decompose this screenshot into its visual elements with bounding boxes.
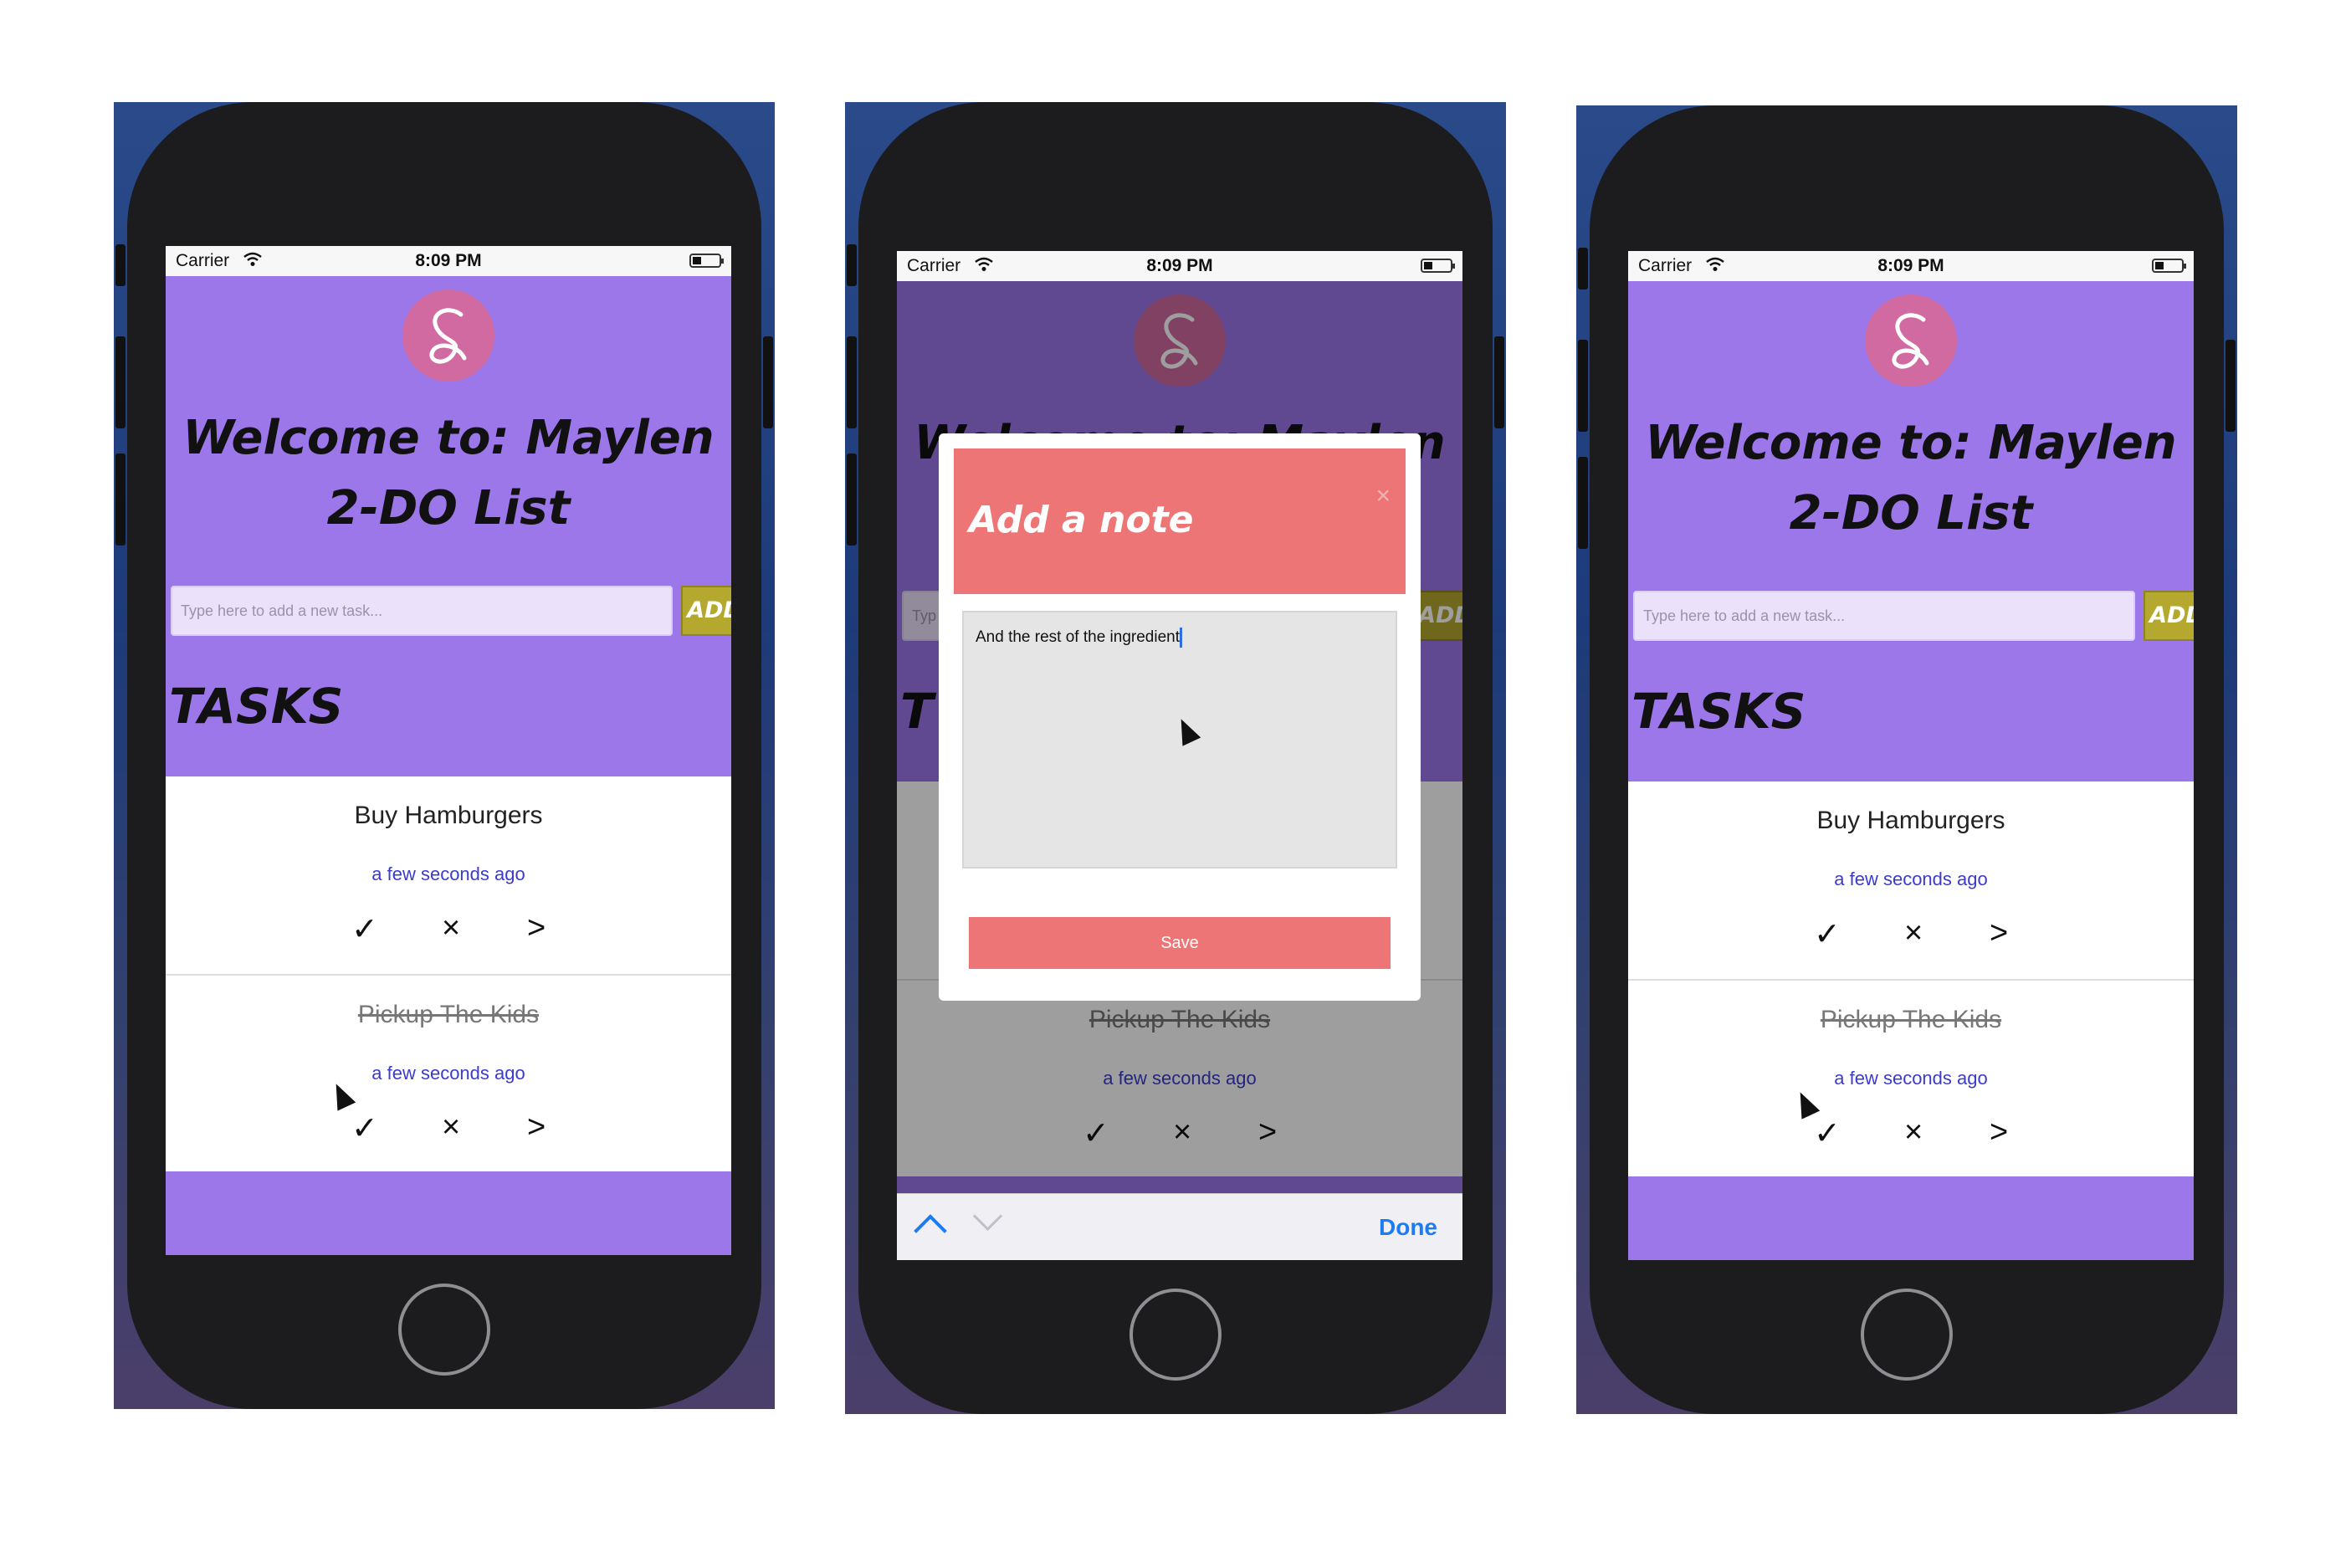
task-item: Pickup The Kids a few seconds ago ✓ × > [166, 976, 731, 1173]
side-button [847, 336, 857, 428]
status-time: 8:09 PM [1877, 256, 1944, 275]
tasks-heading: TASKS [1631, 683, 1806, 740]
footer-bar [1628, 1176, 2194, 1260]
new-task-input[interactable]: Type here to add a new task... [171, 586, 673, 636]
side-button [1578, 340, 1588, 432]
done-button[interactable]: Done [1379, 1214, 1437, 1241]
new-task-input[interactable]: Type here to add a new task... [1633, 591, 2135, 641]
status-time: 8:09 PM [415, 251, 482, 270]
open-chevron-icon[interactable]: > [1990, 915, 2008, 951]
simulator-frame-2: Carrier 8:09 PM Welcome to: Maylen2-DO L… [845, 102, 1506, 1414]
delete-x-icon[interactable]: × [1904, 1115, 1923, 1150]
status-bar: Carrier 8:09 PM [166, 246, 731, 276]
open-chevron-icon[interactable]: > [1990, 1115, 2008, 1150]
simulator-frame-1: Carrier 8:09 PM Welcome to: Maylen 2-DO L… [114, 102, 775, 1409]
modal-header: Add a note × [954, 448, 1406, 594]
side-button [2226, 340, 2236, 432]
chevron-down-icon[interactable] [972, 1201, 1003, 1232]
text-caret [1180, 628, 1182, 648]
task-name: Pickup The Kids [357, 1001, 540, 1028]
logo-icon [1865, 295, 1957, 387]
side-button [115, 336, 125, 428]
task-item: Buy Hamburgers a few seconds ago ✓ × > [166, 776, 731, 976]
task-item: Pickup The Kids a few seconds ago ✓ × > [1628, 981, 2194, 1178]
home-button-icon[interactable] [1129, 1289, 1222, 1381]
task-name: Buy Hamburgers [354, 802, 543, 829]
status-bar: Carrier 8:09 PM [1628, 251, 2194, 281]
phone-screen: Carrier 8:09 PM Welcome to: Maylen2-DO L… [897, 251, 1462, 1260]
add-note-modal: Add a note × And the rest of the ingredi… [939, 433, 1421, 1001]
task-name: Buy Hamburgers [1816, 807, 2005, 834]
footer-bar [166, 1171, 731, 1255]
task-timestamp: a few seconds ago [1834, 869, 1988, 889]
task-name: Pickup The Kids [1820, 1006, 2002, 1033]
complete-check-icon[interactable]: ✓ [1814, 1115, 1841, 1152]
side-button [847, 453, 857, 546]
add-task-button[interactable]: ADD [681, 586, 731, 636]
task-timestamp: a few seconds ago [371, 863, 525, 884]
side-button [1578, 457, 1588, 549]
complete-check-icon[interactable]: ✓ [1814, 915, 1841, 953]
battery-icon [689, 254, 724, 268]
add-task-button[interactable]: ADD [2144, 591, 2194, 641]
side-button [847, 244, 857, 286]
battery-icon [2152, 259, 2186, 273]
side-button [763, 336, 773, 428]
delete-x-icon[interactable]: × [442, 1109, 460, 1145]
page-title: Welcome to: Maylen2-DO List [1645, 416, 2177, 541]
task-timestamp: a few seconds ago [1834, 1068, 1988, 1089]
side-button [115, 453, 125, 546]
logo-icon [402, 290, 494, 382]
delete-x-icon[interactable]: × [442, 910, 460, 946]
page-title: Welcome to: Maylen2-DO List [182, 411, 715, 535]
home-button-icon[interactable] [398, 1284, 490, 1376]
delete-x-icon[interactable]: × [1904, 915, 1923, 951]
app-header: Welcome to: Maylen 2-DO List Type here to… [1628, 281, 2194, 790]
task-timestamp: a few seconds ago [371, 1063, 525, 1084]
modal-title: Add a note [969, 499, 1194, 541]
close-icon[interactable]: × [1375, 482, 1391, 510]
status-time: 8:09 PM [1146, 256, 1213, 275]
side-button [1494, 336, 1504, 428]
simulator-frame-3: Carrier 8:09 PM Welcome to: Maylen 2-DO L… [1576, 105, 2237, 1414]
battery-icon [1421, 259, 1455, 273]
complete-check-icon[interactable]: ✓ [351, 910, 378, 948]
open-chevron-icon[interactable]: > [527, 1109, 545, 1145]
phone-screen: Carrier 8:09 PM Welcome to: Maylen2-DO L… [166, 246, 731, 1255]
tasks-heading: TASKS [169, 678, 344, 735]
phone-screen: Carrier 8:09 PM Welcome to: Maylen2-DO L… [1628, 251, 2194, 1260]
open-chevron-icon[interactable]: > [527, 910, 545, 946]
save-note-button[interactable]: Save [969, 917, 1391, 969]
complete-check-icon[interactable]: ✓ [351, 1109, 378, 1147]
task-item: Buy Hamburgers a few seconds ago ✓ × > [1628, 781, 2194, 981]
keyboard-accessory-bar: Done [897, 1193, 1462, 1260]
home-button-icon[interactable] [1861, 1289, 1953, 1381]
side-button [1578, 248, 1588, 290]
status-bar: Carrier 8:09 PM [897, 251, 1462, 281]
side-button [115, 244, 125, 286]
chevron-up-icon[interactable] [914, 1214, 947, 1248]
app-header: Welcome to: Maylen 2-DO List Type here to… [166, 276, 731, 785]
